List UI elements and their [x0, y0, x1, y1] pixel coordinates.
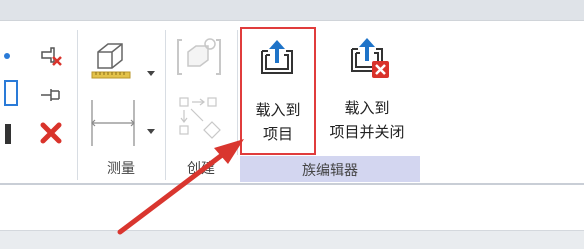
group-separator [165, 30, 166, 180]
edge-icon [0, 48, 14, 62]
chevron-down-icon[interactable] [146, 62, 156, 76]
edge-bar-icon [2, 124, 14, 144]
3d-box-icon[interactable] [90, 40, 134, 80]
title-bar [0, 0, 584, 21]
load-into-project-and-close-label-line2: 项目并关闭 [329, 123, 405, 141]
create-similar-icon[interactable] [176, 32, 222, 82]
load-into-project-and-close-label-line1: 载入到 [344, 99, 390, 117]
load-into-project-and-close-button[interactable]: 载入到 项目并关闭 [318, 27, 416, 155]
group-label-measure: 测量 [107, 161, 135, 177]
load-into-project-icon [256, 37, 298, 79]
group-label-family-editor: 族编辑器 [302, 163, 358, 179]
drawing-area [0, 185, 584, 230]
group-separator [237, 30, 238, 155]
pin-icon[interactable] [38, 84, 64, 106]
load-into-project-label-line1: 载入到 [255, 101, 301, 119]
aligned-dimension-icon[interactable] [88, 96, 138, 150]
load-into-project-button[interactable]: 载入到 项目 [240, 27, 316, 155]
group-label-create: 创建 [187, 161, 215, 177]
load-into-project-and-close-icon [346, 35, 390, 79]
pin-delete-icon[interactable] [38, 42, 64, 68]
load-into-project-label-line2: 项目 [262, 125, 293, 143]
bottom-strip [0, 230, 584, 249]
edge-box-icon [4, 80, 18, 106]
group-separator [77, 30, 78, 180]
delete-x-icon[interactable] [38, 120, 64, 146]
create-group-icon[interactable] [178, 96, 228, 142]
chevron-down-icon[interactable] [146, 120, 156, 134]
